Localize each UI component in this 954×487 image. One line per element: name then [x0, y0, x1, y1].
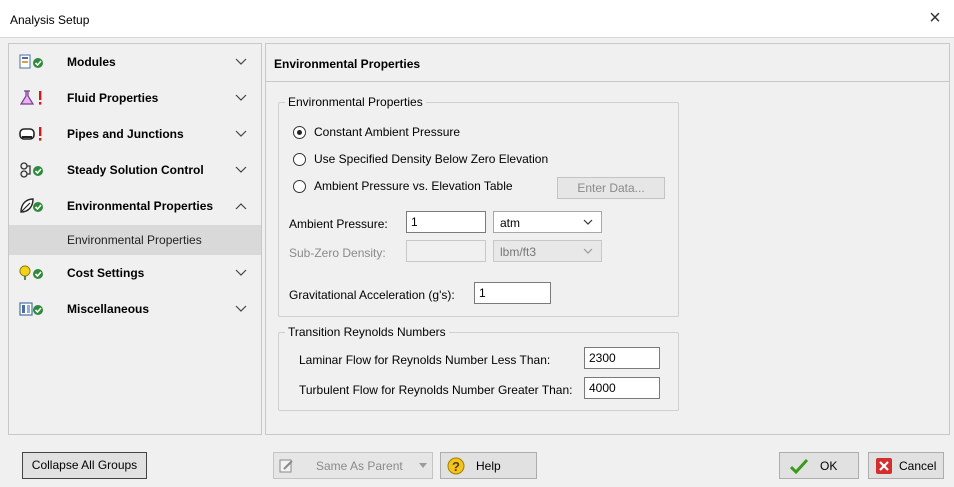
- radio-pressure-elevation-table[interactable]: Ambient Pressure vs. Elevation Table: [293, 179, 513, 193]
- help-icon: ?: [447, 457, 465, 475]
- enter-data-button[interactable]: Enter Data...: [557, 177, 665, 199]
- sidebar-group-label: Modules: [67, 55, 116, 69]
- pipe-icon: [19, 127, 42, 141]
- chevron-down-icon: [235, 269, 247, 276]
- sidebar-group-label: Miscellaneous: [67, 302, 150, 316]
- ok-button[interactable]: OK: [779, 452, 859, 479]
- help-label: Help: [476, 459, 501, 473]
- gravity-label: Gravitational Acceleration (g's):: [289, 288, 455, 302]
- chevron-down-icon: [235, 94, 247, 101]
- title-bar: Analysis Setup ×: [0, 0, 954, 38]
- radio-label: Use Specified Density Below Zero Elevati…: [314, 152, 549, 166]
- ambient-pressure-label: Ambient Pressure:: [289, 217, 388, 231]
- laminar-value: 2300: [589, 351, 616, 365]
- sidebar-group-label: Cost Settings: [67, 266, 145, 280]
- radio-label: Constant Ambient Pressure: [314, 125, 461, 139]
- turbulent-label: Turbulent Flow for Reynolds Number Great…: [299, 383, 573, 397]
- radio-indicator: [293, 152, 306, 166]
- chevron-down-icon: [235, 305, 247, 312]
- cost-icon: [19, 265, 43, 280]
- sidebar-group-label: Fluid Properties: [67, 91, 159, 105]
- subzero-density-input[interactable]: [406, 240, 486, 262]
- gravity-value: 1: [479, 286, 486, 300]
- cancel-label: Cancel: [899, 459, 937, 473]
- solution-icon: [20, 162, 43, 178]
- sidebar-group-cost-settings[interactable]: Cost Settings: [9, 255, 261, 291]
- radio-constant-ambient-pressure[interactable]: Constant Ambient Pressure: [293, 125, 460, 139]
- laminar-input[interactable]: 2300: [584, 347, 660, 369]
- sidebar: Modules Fluid Properties Pipes and Junct…: [8, 43, 262, 435]
- gravity-input[interactable]: 1: [474, 282, 551, 304]
- chevron-up-icon: [235, 203, 247, 210]
- flask-icon: [19, 90, 42, 105]
- cancel-icon: [876, 458, 892, 474]
- sidebar-group-label: Pipes and Junctions: [67, 127, 184, 141]
- turbulent-value: 4000: [589, 381, 616, 395]
- enter-data-label: Enter Data...: [577, 181, 645, 195]
- radio-indicator: [293, 179, 306, 193]
- chevron-down-icon: [583, 219, 593, 225]
- sidebar-group-steady-solution-control[interactable]: Steady Solution Control: [9, 152, 261, 188]
- turbulent-input[interactable]: 4000: [584, 377, 660, 399]
- edit-icon: [279, 459, 293, 473]
- ambient-pressure-unit: atm: [500, 216, 521, 230]
- chevron-down-icon: [235, 166, 247, 173]
- sidebar-group-environmental-properties[interactable]: Environmental Properties: [9, 188, 261, 224]
- modules-icon: [19, 54, 43, 69]
- help-button[interactable]: ? Help: [440, 452, 537, 479]
- ok-label: OK: [820, 459, 838, 473]
- chevron-down-icon: [583, 248, 593, 254]
- group-legend: Transition Reynolds Numbers: [288, 325, 446, 339]
- collapse-all-groups-label: Collapse All Groups: [31, 458, 138, 472]
- sidebar-group-label: Environmental Properties: [67, 199, 214, 213]
- ambient-pressure-value: 1: [411, 215, 418, 229]
- same-as-parent-button[interactable]: Same As Parent: [273, 452, 433, 479]
- same-as-parent-label: Same As Parent: [316, 459, 403, 473]
- chevron-down-icon: [235, 58, 247, 65]
- panel-title: Environmental Properties: [274, 57, 421, 71]
- sidebar-item-label: Environmental Properties: [67, 233, 202, 247]
- footer-bar: Collapse All Groups Same As Parent ? Hel…: [0, 438, 954, 487]
- window-title: Analysis Setup: [10, 13, 90, 27]
- leaf-icon: [20, 198, 43, 213]
- sidebar-item-environmental-properties[interactable]: Environmental Properties: [9, 225, 261, 255]
- subzero-density-label: Sub-Zero Density:: [289, 246, 386, 260]
- misc-icon: [19, 302, 43, 316]
- svg-text:?: ?: [452, 459, 460, 474]
- cancel-button[interactable]: Cancel: [868, 452, 944, 479]
- group-legend: Environmental Properties: [288, 95, 423, 109]
- sidebar-group-modules[interactable]: Modules: [9, 44, 261, 80]
- close-button[interactable]: ×: [922, 6, 948, 32]
- sidebar-group-miscellaneous[interactable]: Miscellaneous: [9, 291, 261, 327]
- ambient-pressure-unit-select[interactable]: atm: [493, 211, 602, 233]
- panel-header: Environmental Properties: [266, 44, 949, 82]
- subzero-density-unit-select[interactable]: lbm/ft3: [493, 240, 602, 262]
- check-icon: [790, 458, 808, 474]
- radio-selected-indicator: [293, 125, 306, 139]
- radio-specified-density[interactable]: Use Specified Density Below Zero Elevati…: [293, 152, 548, 166]
- chevron-down-icon: [235, 130, 247, 137]
- sidebar-group-pipes-and-junctions[interactable]: Pipes and Junctions: [9, 116, 261, 152]
- collapse-all-groups-button[interactable]: Collapse All Groups: [22, 452, 147, 479]
- laminar-label: Laminar Flow for Reynolds Number Less Th…: [299, 353, 551, 367]
- sidebar-group-label: Steady Solution Control: [67, 163, 204, 177]
- subzero-density-unit: lbm/ft3: [500, 245, 537, 259]
- close-icon: ×: [929, 7, 941, 29]
- chevron-down-icon: [419, 463, 427, 468]
- radio-label: Ambient Pressure vs. Elevation Table: [314, 179, 513, 193]
- ambient-pressure-input[interactable]: 1: [406, 211, 486, 233]
- sidebar-group-fluid-properties[interactable]: Fluid Properties: [9, 80, 261, 116]
- content-panel: Environmental Properties Environmental P…: [265, 43, 950, 435]
